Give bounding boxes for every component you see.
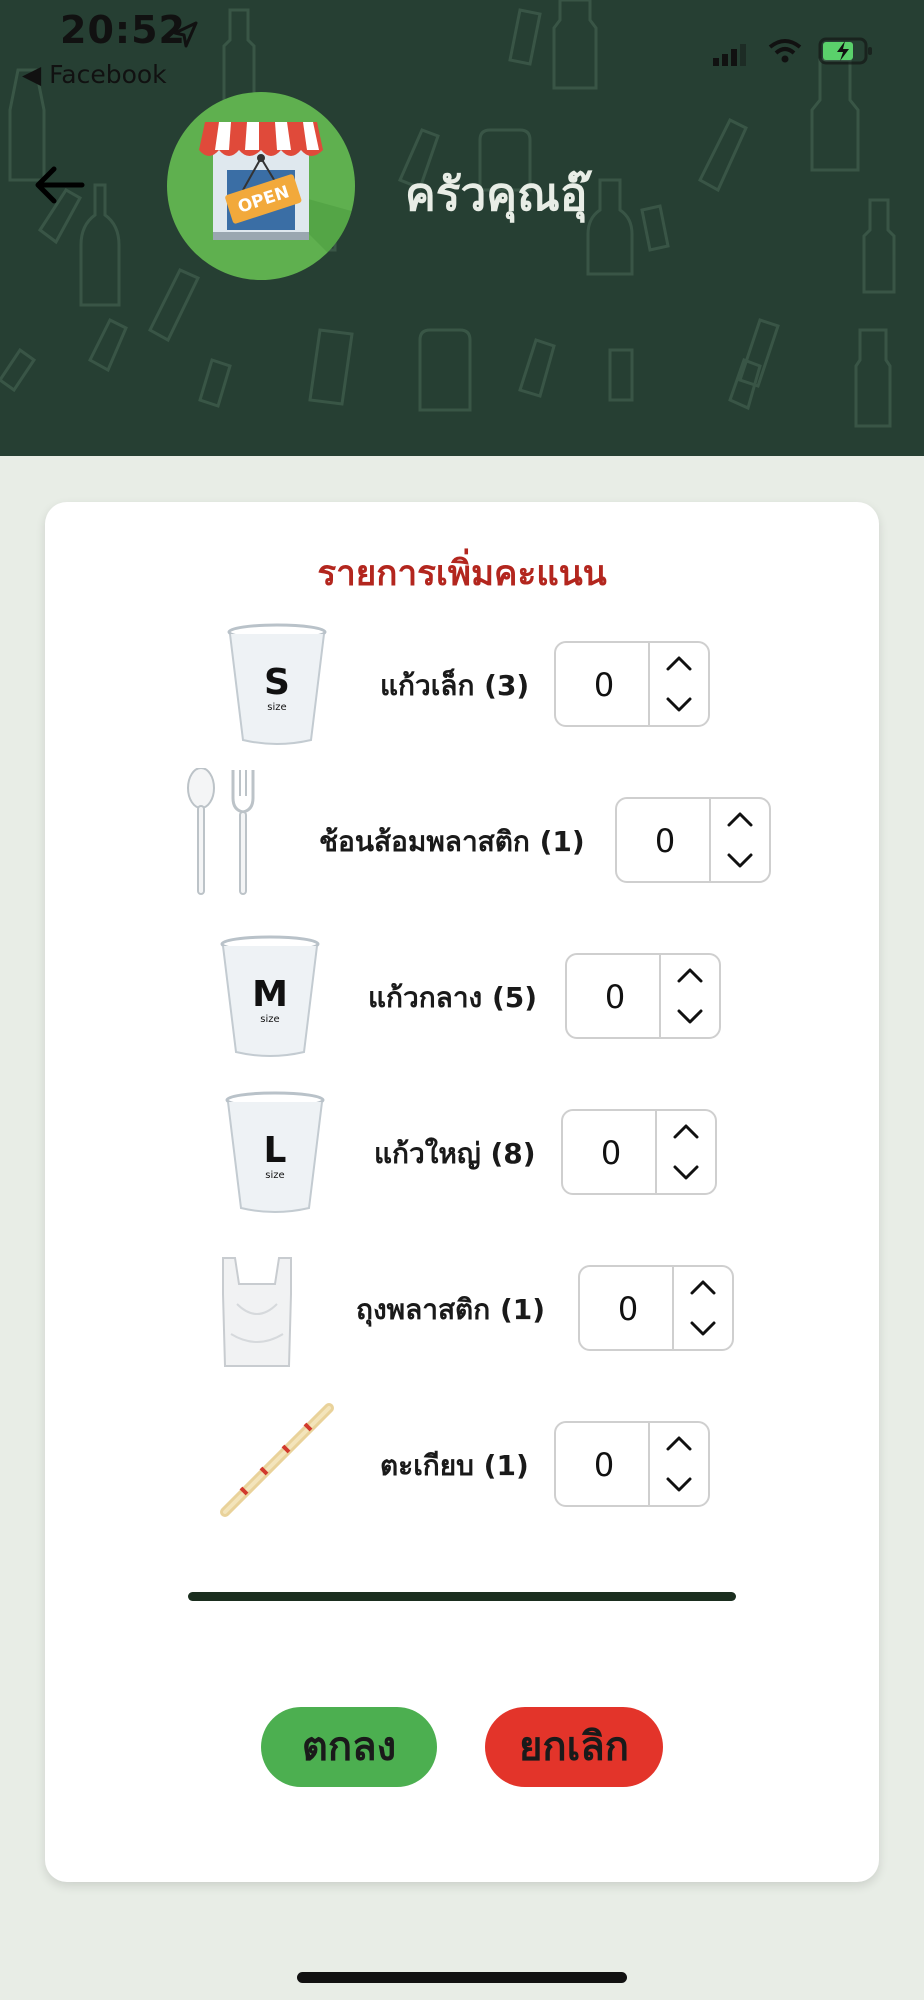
spoon-fork-icon [187, 768, 255, 895]
cup-size-letter: L [264, 1130, 287, 1171]
list-item: ตะเกียบ (1) [45, 1392, 879, 1532]
chevron-up-icon[interactable] [661, 955, 719, 996]
chevron-down-icon[interactable] [650, 1464, 708, 1505]
cup-size-letter: S [264, 662, 290, 703]
quantity-input[interactable] [567, 955, 663, 1039]
quantity-input[interactable] [580, 1267, 676, 1351]
confirm-button[interactable]: ตกลง [261, 1707, 437, 1787]
list-item: ช้อนส้อมพลาสติก (1) [45, 768, 879, 908]
large-cup-icon: L size [225, 1091, 325, 1213]
battery-charging-icon [818, 37, 872, 65]
location-arrow-icon [173, 21, 198, 48]
points-card: รายการเพิ่มคะแนน S size แก้วเล็ก (3) ช้อ… [45, 502, 879, 1882]
chopsticks-icon [220, 1403, 334, 1517]
cellular-signal-icon [713, 44, 746, 66]
item-label: ถุงพลาสติก (1) [356, 1293, 546, 1326]
chevron-up-icon[interactable] [650, 1423, 708, 1464]
quantity-stepper [565, 953, 721, 1039]
quantity-stepper [554, 641, 710, 727]
list-item: L size แก้วใหญ่ (8) [45, 1080, 879, 1220]
cup-size-letter: M [252, 974, 288, 1015]
status-bar: 20:52 ◀ Facebook [0, 0, 924, 100]
chevron-down-icon[interactable] [711, 840, 769, 881]
storefront-icon: OPEN [199, 122, 355, 280]
quantity-stepper [615, 797, 771, 883]
list-item: S size แก้วเล็ก (3) [45, 612, 879, 752]
small-cup-icon: S size [227, 623, 327, 745]
cup-size-text: size [260, 1014, 279, 1025]
quantity-input[interactable] [563, 1111, 659, 1195]
quantity-stepper [561, 1109, 717, 1195]
wifi-icon [768, 39, 802, 63]
quantity-input[interactable] [556, 1423, 652, 1507]
clock: 20:52 [60, 8, 186, 52]
cup-size-text: size [267, 702, 286, 713]
cancel-button[interactable]: ยกเลิก [485, 1707, 663, 1787]
item-label: ตะเกียบ (1) [380, 1449, 529, 1482]
quantity-stepper [554, 1421, 710, 1507]
item-label: แก้วเล็ก (3) [380, 669, 530, 702]
medium-cup-icon: M size [220, 935, 320, 1057]
chevron-down-icon[interactable] [674, 1308, 732, 1349]
home-indicator[interactable] [297, 1972, 627, 1983]
plastic-bag-icon [222, 1257, 292, 1367]
back-to-app-link[interactable]: ◀ Facebook [22, 60, 167, 89]
shop-name-title: ครัวคุณอุ๊ [405, 167, 588, 221]
chevron-down-icon[interactable] [657, 1152, 715, 1193]
chevron-down-icon[interactable] [661, 996, 719, 1037]
card-title: รายการเพิ่มคะแนน [317, 554, 607, 594]
chevron-up-icon[interactable] [657, 1111, 715, 1152]
back-arrow-button[interactable] [30, 160, 90, 210]
item-label: แก้วใหญ่ (8) [374, 1137, 536, 1170]
chevron-up-icon[interactable] [711, 799, 769, 840]
shop-logo: OPEN [167, 92, 355, 280]
cup-size-text: size [265, 1170, 284, 1181]
list-item: ถุงพลาสติก (1) [45, 1236, 879, 1376]
quantity-stepper [578, 1265, 734, 1351]
quantity-input[interactable] [556, 643, 652, 727]
divider-line [188, 1592, 736, 1601]
quantity-input[interactable] [617, 799, 713, 883]
chevron-up-icon[interactable] [674, 1267, 732, 1308]
item-label: ช้อนส้อมพลาสติก (1) [319, 825, 585, 858]
chevron-up-icon[interactable] [650, 643, 708, 684]
item-label: แก้วกลาง (5) [368, 981, 538, 1014]
list-item: M size แก้วกลาง (5) [45, 924, 879, 1064]
header: 20:52 ◀ Facebook OPEN ครัวคุณอุ๊ [0, 0, 924, 456]
chevron-down-icon[interactable] [650, 684, 708, 725]
